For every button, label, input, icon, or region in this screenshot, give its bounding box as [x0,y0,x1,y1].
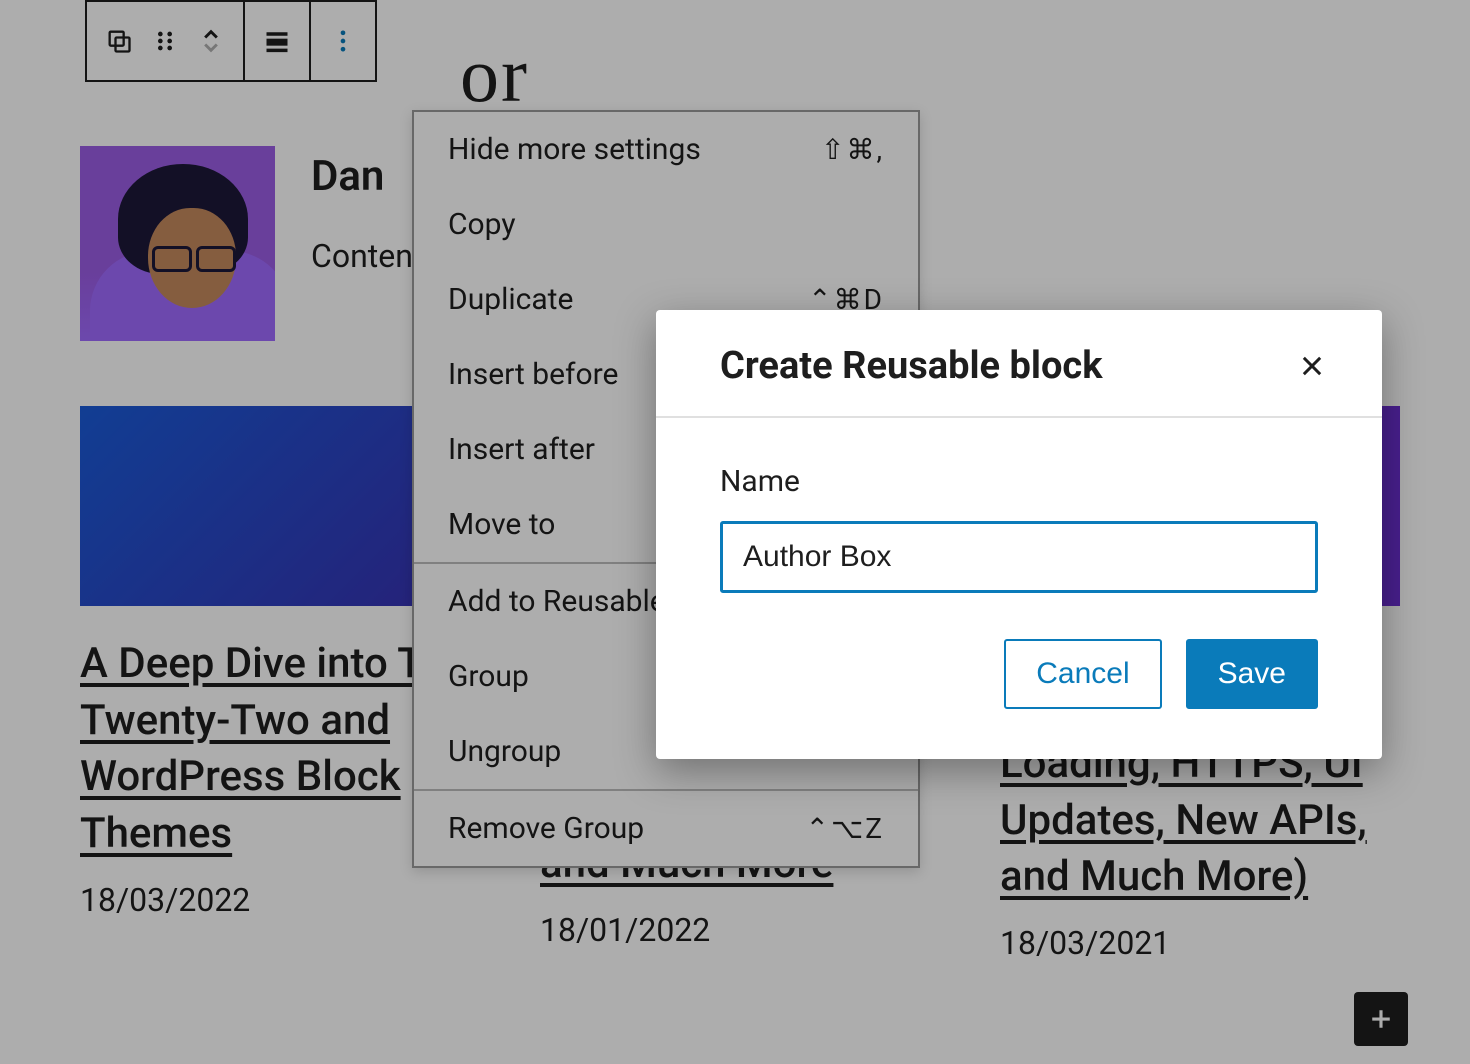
cancel-button[interactable]: Cancel [1004,639,1161,709]
create-reusable-block-modal: Create Reusable block Name Cancel Save [656,310,1382,759]
reusable-block-name-input[interactable] [720,521,1318,593]
modal-title: Create Reusable block [720,344,1103,388]
save-button[interactable]: Save [1186,639,1318,709]
modal-close-button[interactable] [1298,352,1326,380]
name-field-label: Name [720,464,1318,499]
